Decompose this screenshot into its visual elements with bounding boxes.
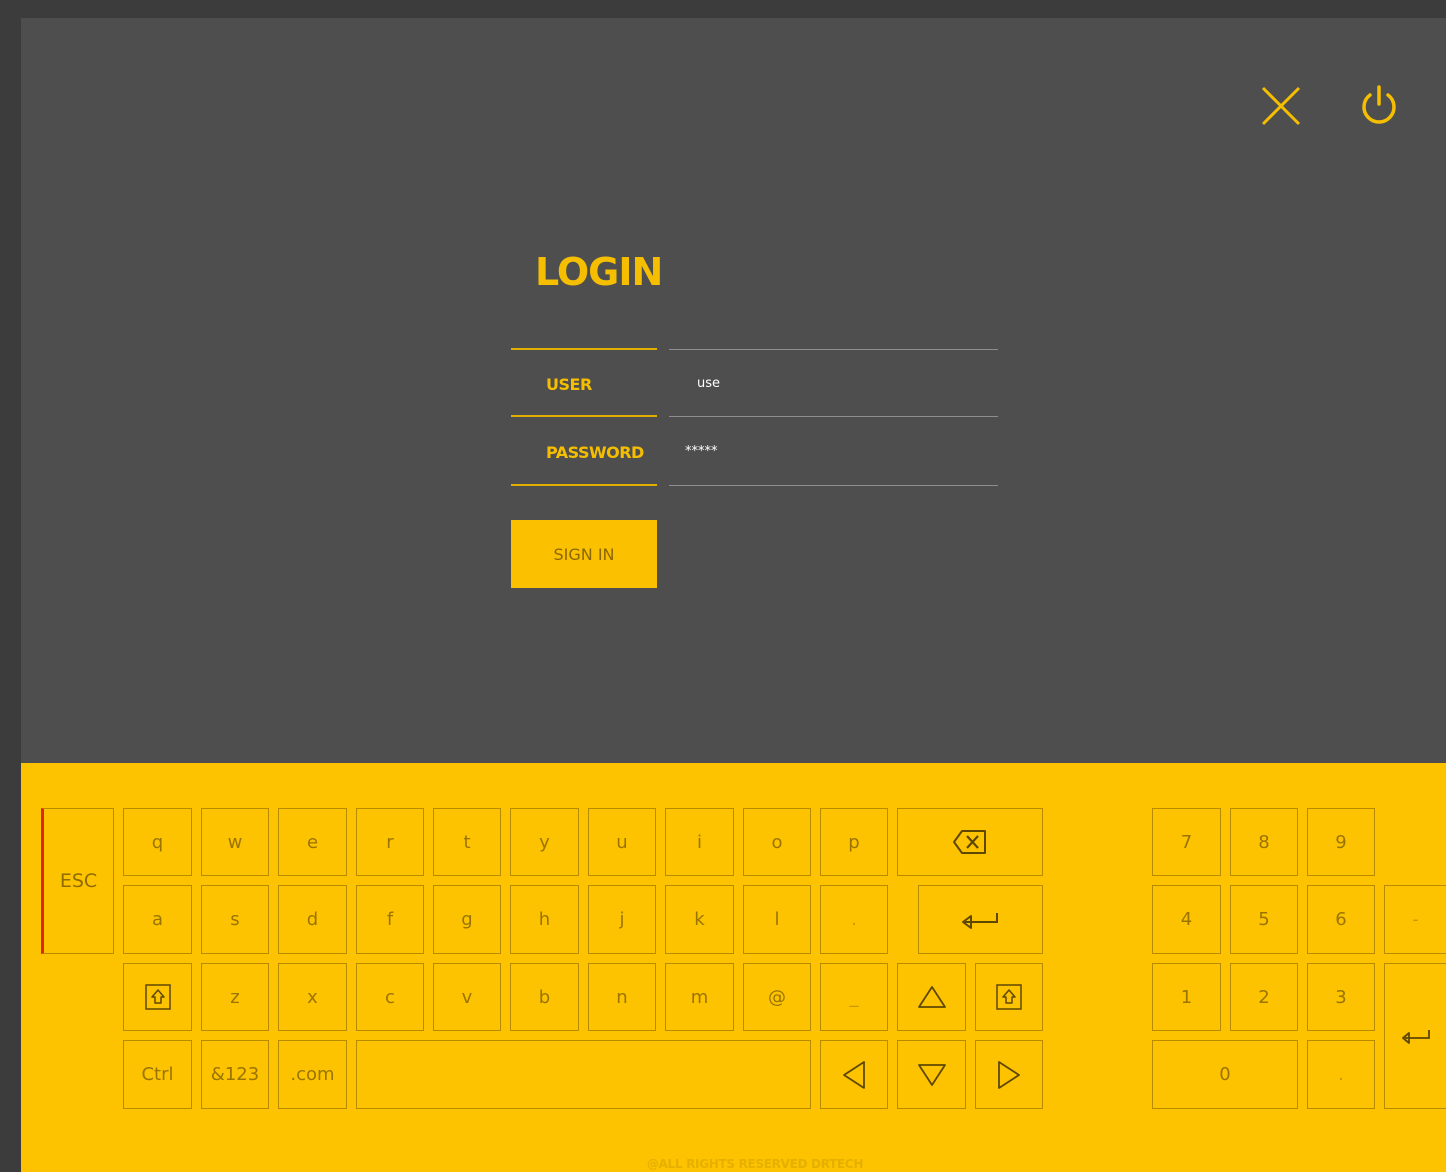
key-r[interactable]: r [356, 808, 424, 876]
key-b[interactable]: b [510, 963, 579, 1031]
key-at[interactable]: @ [743, 963, 811, 1031]
key-s[interactable]: s [201, 885, 269, 954]
key-h[interactable]: h [510, 885, 579, 954]
key-z[interactable]: z [201, 963, 269, 1031]
numpad-key-3[interactable]: 3 [1307, 963, 1375, 1031]
key-y[interactable]: y [510, 808, 579, 876]
key-f[interactable]: f [356, 885, 424, 954]
close-button[interactable] [1257, 82, 1305, 130]
close-icon [1261, 86, 1301, 126]
key-backspace[interactable] [897, 808, 1043, 876]
power-icon [1362, 85, 1396, 124]
key-symbols[interactable]: &123 [201, 1040, 269, 1109]
password-label: PASSWORD [546, 443, 644, 462]
key-shift-right[interactable] [975, 963, 1043, 1031]
key-d[interactable]: d [278, 885, 347, 954]
key-i[interactable]: i [665, 808, 734, 876]
divider [511, 484, 657, 486]
key-p[interactable]: p [820, 808, 888, 876]
numpad-key-enter[interactable] [1384, 963, 1446, 1109]
page-title: LOGIN [535, 250, 663, 294]
key-ctrl[interactable]: Ctrl [123, 1040, 192, 1109]
key-o[interactable]: o [743, 808, 811, 876]
key-c[interactable]: c [356, 963, 424, 1031]
key-g[interactable]: g [433, 885, 501, 954]
key-underscore[interactable]: _ [820, 963, 888, 1031]
numpad-key-5[interactable]: 5 [1230, 885, 1298, 954]
key-a[interactable]: a [123, 885, 192, 954]
numpad-key-0[interactable]: 0 [1152, 1040, 1298, 1109]
arrow-left-icon [843, 1060, 865, 1089]
numpad-key-8[interactable]: 8 [1230, 808, 1298, 876]
arrow-right-icon [998, 1060, 1020, 1089]
password-input[interactable] [685, 444, 985, 459]
key-period[interactable]: . [820, 885, 888, 954]
divider [669, 349, 998, 350]
key-j[interactable]: j [588, 885, 656, 954]
key-enter[interactable] [918, 885, 1043, 954]
arrow-down-icon [917, 1063, 946, 1086]
divider [669, 416, 998, 417]
numpad-key-1[interactable]: 1 [1152, 963, 1221, 1031]
key-e[interactable]: e [278, 808, 347, 876]
user-label: USER [546, 375, 592, 394]
key-m[interactable]: m [665, 963, 734, 1031]
arrow-up-icon [917, 986, 946, 1008]
numpad-key-dot[interactable]: . [1307, 1040, 1375, 1109]
enter-icon [961, 912, 998, 929]
divider [511, 415, 657, 417]
key-q[interactable]: q [123, 808, 192, 876]
key-dotcom[interactable]: .com [278, 1040, 347, 1109]
key-v[interactable]: v [433, 963, 501, 1031]
numpad-key-4[interactable]: 4 [1152, 885, 1221, 954]
login-screen: LOGIN USER PASSWORD SIGN IN ESC q w e r … [0, 0, 1446, 1172]
key-k[interactable]: k [665, 885, 734, 954]
key-arrow-right[interactable] [975, 1040, 1043, 1109]
key-arrow-left[interactable] [820, 1040, 888, 1109]
divider [511, 348, 657, 350]
key-n[interactable]: n [588, 963, 656, 1031]
key-shift-left[interactable] [123, 963, 192, 1031]
shift-icon [996, 984, 1022, 1010]
numpad-key-9[interactable]: 9 [1307, 808, 1375, 876]
user-input[interactable] [697, 376, 987, 391]
key-w[interactable]: w [201, 808, 269, 876]
key-arrow-up[interactable] [897, 963, 966, 1031]
key-t[interactable]: t [433, 808, 501, 876]
divider [669, 485, 998, 486]
enter-icon [1401, 1030, 1430, 1044]
key-x[interactable]: x [278, 963, 347, 1031]
numpad-key-2[interactable]: 2 [1230, 963, 1298, 1031]
key-l[interactable]: l [743, 885, 811, 954]
footer-copyright: @ALL RIGHTS RESERVED DRTECH [646, 1157, 864, 1171]
key-u[interactable]: u [588, 808, 656, 876]
key-esc[interactable]: ESC [41, 808, 114, 954]
key-arrow-down[interactable] [897, 1040, 966, 1109]
numpad-key-7[interactable]: 7 [1152, 808, 1221, 876]
sign-in-button[interactable]: SIGN IN [511, 520, 657, 588]
backspace-icon [953, 830, 986, 854]
key-space[interactable] [356, 1040, 811, 1109]
numpad-key-minus[interactable]: - [1384, 885, 1446, 954]
shift-icon [144, 984, 171, 1010]
numpad-key-6[interactable]: 6 [1307, 885, 1375, 954]
power-button[interactable] [1355, 82, 1403, 130]
